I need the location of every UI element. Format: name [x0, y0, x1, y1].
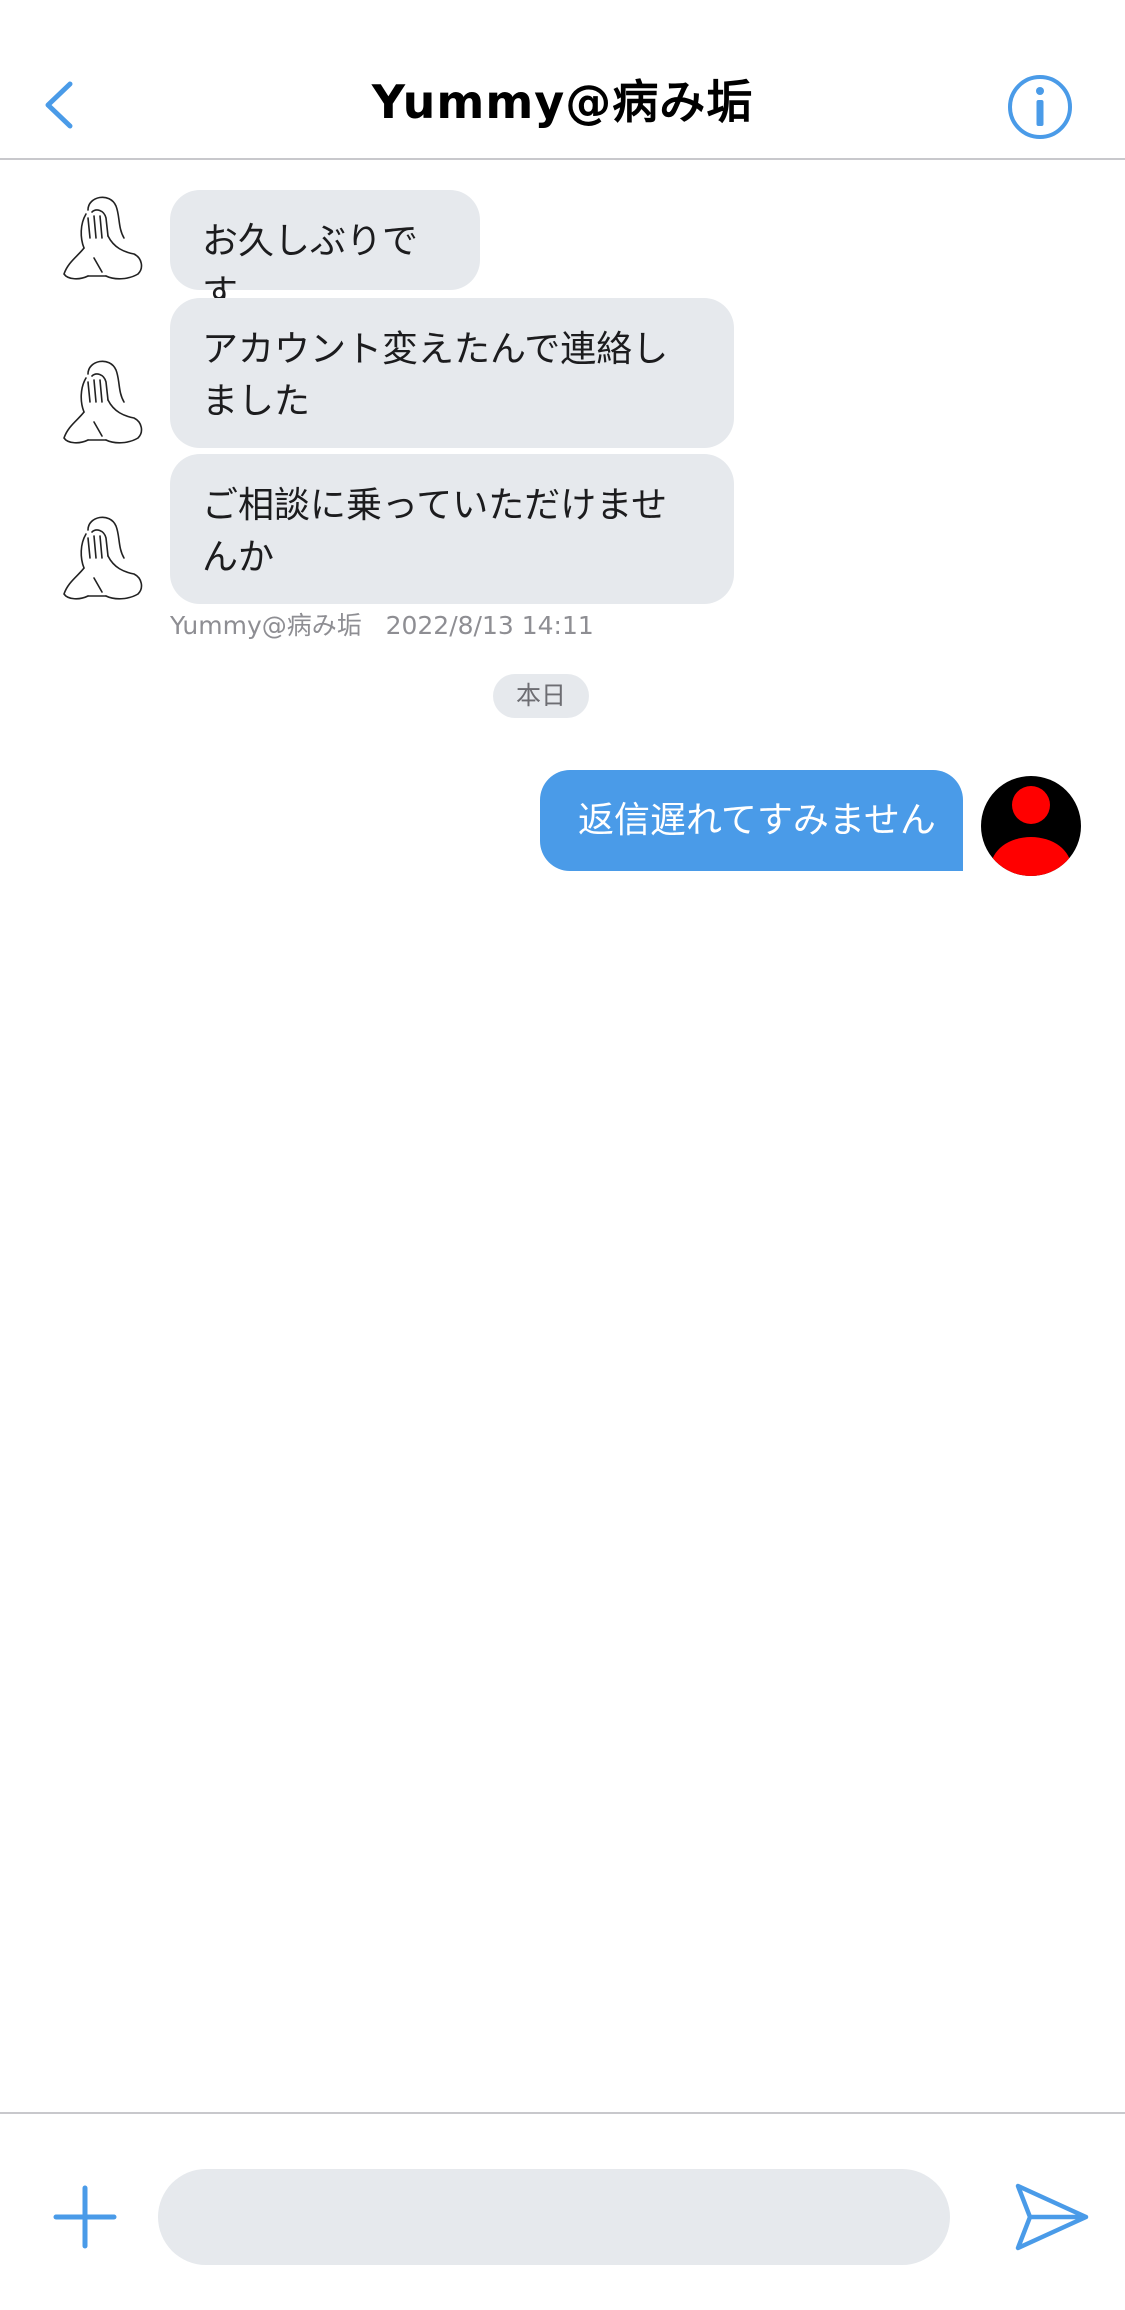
sender-name: Yummy@病み垢 — [170, 611, 362, 640]
chat-header: Yummy@病み垢 — [0, 0, 1125, 160]
message-text: アカウント変えたんで連絡しました — [202, 329, 669, 422]
contact-avatar[interactable] — [58, 352, 148, 452]
message-input[interactable] — [158, 2169, 950, 2265]
incoming-message-bubble[interactable]: ご相談に乗っていただけませんか — [170, 454, 734, 604]
message-text: 返信遅れてすみません — [578, 800, 936, 841]
day-separator: 本日 — [493, 674, 589, 718]
plus-icon — [53, 2185, 117, 2249]
incoming-message-bubble[interactable]: お久しぶりです — [170, 190, 480, 314]
message-timestamp: 2022/8/13 14:11 — [385, 611, 594, 640]
back-button[interactable] — [30, 70, 90, 140]
incoming-message-bubble[interactable]: アカウント変えたんで連絡しました — [170, 298, 734, 448]
contact-avatar[interactable] — [58, 188, 148, 288]
info-icon — [1008, 75, 1072, 139]
message-meta: Yummy@病み垢 2022/8/13 14:11 — [170, 606, 594, 642]
contact-avatar[interactable] — [58, 508, 148, 608]
info-button[interactable] — [1005, 72, 1075, 142]
outgoing-message-bubble[interactable]: 返信遅れてすみません — [540, 770, 963, 871]
composer-bar — [0, 2112, 1125, 2310]
add-attachment-button[interactable] — [52, 2184, 118, 2250]
message-text: ご相談に乗っていただけませんか — [202, 485, 668, 578]
chevron-left-icon — [45, 81, 73, 129]
conversation-title: Yummy@病み垢 — [371, 75, 754, 129]
send-button[interactable] — [1012, 2180, 1092, 2254]
my-avatar[interactable] — [980, 775, 1082, 877]
send-icon — [1015, 2183, 1089, 2251]
